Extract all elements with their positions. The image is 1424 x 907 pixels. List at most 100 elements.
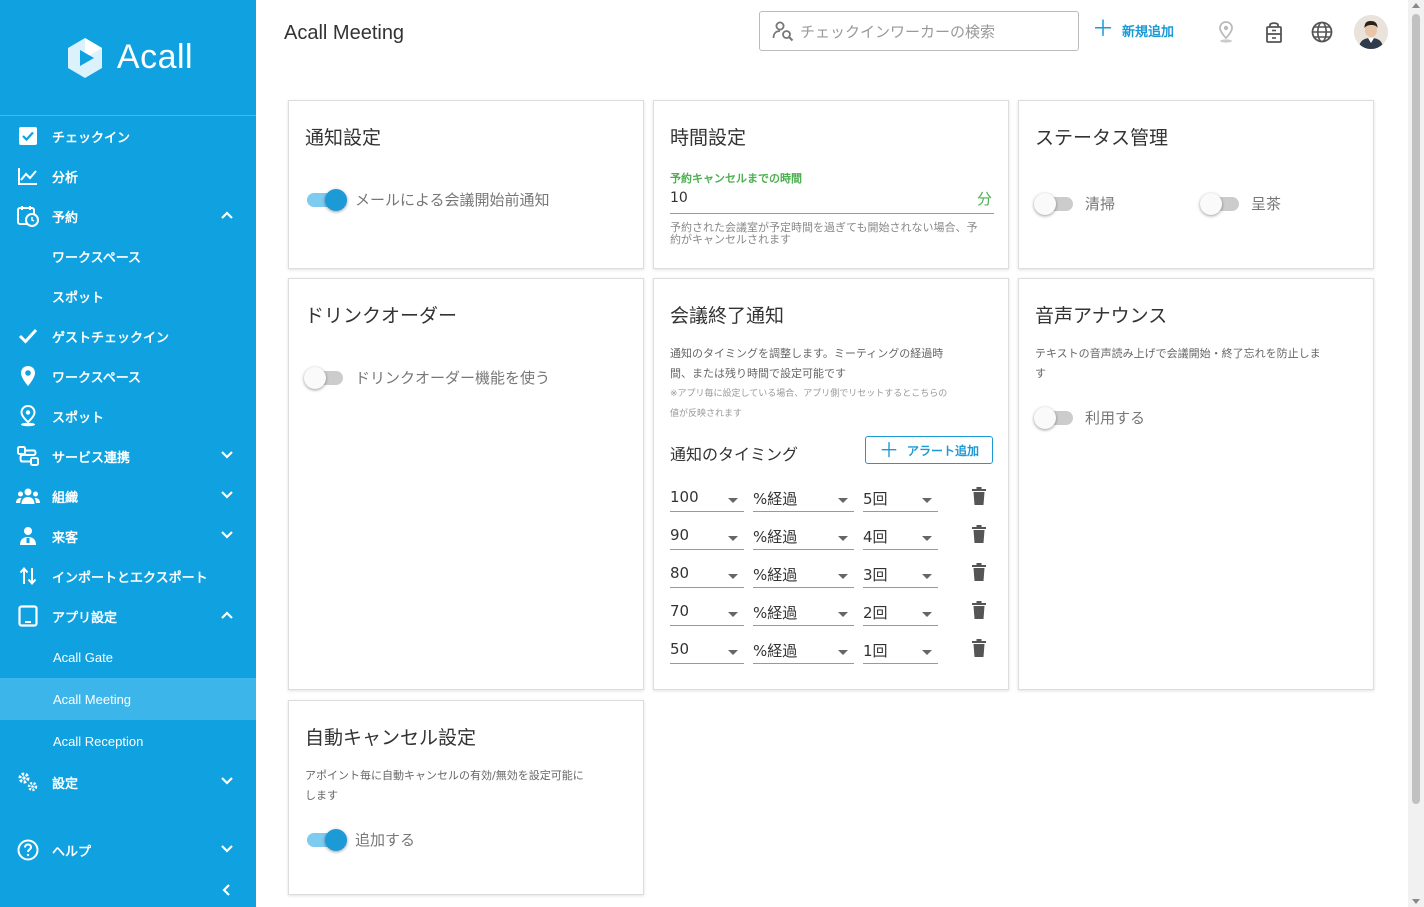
sidebar-subitem-acall-reception[interactable]: Acall Reception bbox=[0, 720, 256, 762]
location-pin-icon[interactable] bbox=[1214, 20, 1238, 44]
voice-announce-toggle[interactable]: 利用する bbox=[1034, 406, 1145, 429]
card-title: 会議終了通知 bbox=[670, 305, 785, 327]
auto-cancel-toggle[interactable]: 追加する bbox=[307, 828, 416, 851]
timing-value-select[interactable]: 100 bbox=[670, 486, 744, 512]
sidebar-subitem-acall-gate[interactable]: Acall Gate bbox=[0, 636, 256, 678]
sidebar-item-app-settings[interactable]: アプリ設定 bbox=[0, 596, 256, 636]
add-alert-label: アラート追加 bbox=[906, 443, 979, 458]
timing-count-select[interactable]: 4回 bbox=[863, 524, 938, 550]
card-meeting-end-notification: 会議終了通知 通知のタイミングを調整します。ミーティングの経過時 間、または残り… bbox=[653, 278, 1009, 690]
sidebar-item-settings[interactable]: 設定 bbox=[0, 762, 256, 802]
chevron-down-icon[interactable] bbox=[220, 448, 234, 462]
timing-mode-select[interactable]: %経過 bbox=[753, 600, 854, 626]
sidebar-item-checkin[interactable]: チェックイン bbox=[0, 116, 256, 156]
trash-icon[interactable] bbox=[971, 601, 987, 619]
trash-icon[interactable] bbox=[971, 563, 987, 581]
caret-down-icon bbox=[922, 612, 932, 617]
sidebar-subitem-spot[interactable]: スポット bbox=[0, 276, 256, 316]
sidebar-item-spot[interactable]: スポット bbox=[0, 396, 256, 436]
card-title: 音声アナウンス bbox=[1035, 305, 1168, 327]
select-value: 4回 bbox=[863, 528, 888, 546]
card-description-line2: す bbox=[1035, 367, 1046, 380]
sidebar-item-integrations[interactable]: サービス連携 bbox=[0, 436, 256, 476]
timing-count-select[interactable]: 5回 bbox=[863, 486, 938, 512]
collapse-sidebar-icon[interactable] bbox=[220, 883, 234, 897]
chevron-up-icon[interactable] bbox=[220, 608, 234, 622]
timing-value-select[interactable]: 50 bbox=[670, 638, 744, 664]
globe-icon[interactable] bbox=[1310, 20, 1334, 44]
sidebar-item-import-export[interactable]: インポートとエクスポート bbox=[0, 556, 256, 596]
search-input[interactable]: チェックインワーカーの検索 bbox=[759, 11, 1079, 51]
card-description-line1: アポイント毎に自動キャンセルの有効/無効を設定可能に bbox=[305, 769, 584, 782]
sidebar-subitem-acall-meeting[interactable]: Acall Meeting bbox=[0, 678, 256, 720]
user-search-icon bbox=[772, 21, 794, 42]
search-placeholder: チェックインワーカーの検索 bbox=[800, 22, 996, 41]
caret-down-icon bbox=[728, 650, 738, 655]
acall-logo-icon bbox=[67, 37, 102, 78]
chevron-down-icon[interactable] bbox=[220, 488, 234, 502]
sidebar-item-organization[interactable]: 組織 bbox=[0, 476, 256, 516]
sidebar-item-label: チェックイン bbox=[52, 130, 131, 146]
page-scrollbar[interactable] bbox=[1408, 0, 1424, 907]
timing-value-select[interactable]: 70 bbox=[670, 600, 744, 626]
select-value: 100 bbox=[670, 488, 699, 506]
brand-logo[interactable]: Acall bbox=[0, 0, 256, 116]
card-title: ステータス管理 bbox=[1035, 127, 1169, 149]
sidebar-item-label: ワークスペース bbox=[52, 370, 142, 386]
sidebar-subitem-workspace[interactable]: ワークスペース bbox=[0, 236, 256, 276]
scroll-thumb[interactable] bbox=[1412, 14, 1420, 804]
cancel-time-input[interactable]: 10 bbox=[670, 190, 994, 214]
timing-value-select[interactable]: 90 bbox=[670, 524, 744, 550]
card-time-settings: 時間設定 予約キャンセルまでの時間 10 分 予約された会議室が予定時間を過ぎて… bbox=[653, 100, 1009, 269]
sidebar-item-workspace[interactable]: ワークスペース bbox=[0, 356, 256, 396]
user-avatar[interactable] bbox=[1354, 15, 1388, 49]
sidebar-item-reservation[interactable]: 予約 bbox=[0, 196, 256, 236]
chevron-down-icon[interactable] bbox=[220, 774, 234, 788]
import-export-icon bbox=[16, 564, 40, 588]
toggle-label: 呈茶 bbox=[1251, 195, 1282, 213]
chevron-down-icon[interactable] bbox=[220, 842, 234, 856]
timing-mode-select[interactable]: %経過 bbox=[753, 562, 854, 588]
card-drink-order: ドリンクオーダー ドリンクオーダー機能を使う bbox=[288, 278, 644, 690]
toggle-label: 追加する bbox=[355, 831, 416, 849]
scroll-up-icon[interactable] bbox=[1412, 3, 1420, 8]
trash-icon[interactable] bbox=[971, 525, 987, 543]
trash-icon[interactable] bbox=[971, 639, 987, 657]
sidebar-item-visitors[interactable]: 来客 bbox=[0, 516, 256, 556]
select-value: 50 bbox=[670, 640, 690, 658]
sidebar-item-label: スポット bbox=[52, 290, 105, 306]
timing-mode-select[interactable]: %経過 bbox=[753, 524, 854, 550]
timing-value-select[interactable]: 80 bbox=[670, 562, 744, 588]
avatar-portrait-icon bbox=[1354, 15, 1388, 49]
spot-pin-icon bbox=[16, 404, 40, 428]
tea-service-toggle[interactable]: 呈茶 bbox=[1200, 192, 1282, 215]
sidebar-item-analytics[interactable]: 分析 bbox=[0, 156, 256, 196]
email-notify-toggle[interactable]: メールによる会議開始前通知 bbox=[307, 188, 550, 211]
chevron-down-icon[interactable] bbox=[220, 528, 234, 542]
sidebar-item-help[interactable]: ヘルプ bbox=[0, 830, 256, 870]
timing-count-select[interactable]: 2回 bbox=[863, 600, 938, 626]
chevron-up-icon[interactable] bbox=[220, 208, 234, 222]
sidebar-item-label: スポット bbox=[52, 410, 105, 426]
sidebar-item-guest-checkin[interactable]: ゲストチェックイン bbox=[0, 316, 256, 356]
sidebar-item-label: アプリ設定 bbox=[52, 610, 118, 626]
scroll-down-icon[interactable] bbox=[1412, 899, 1420, 904]
timing-count-select[interactable]: 3回 bbox=[863, 562, 938, 588]
trash-icon[interactable] bbox=[971, 487, 987, 505]
select-value: 2回 bbox=[863, 604, 888, 622]
drink-order-toggle[interactable]: ドリンクオーダー機能を使う bbox=[304, 366, 550, 389]
add-new-button[interactable]: ＋ 新規追加 bbox=[1092, 19, 1174, 41]
toggle-knob bbox=[1034, 192, 1056, 215]
cleaning-toggle[interactable]: 清掃 bbox=[1034, 192, 1115, 215]
locker-icon[interactable] bbox=[1262, 20, 1286, 44]
visitor-icon bbox=[16, 524, 40, 548]
select-value: %経過 bbox=[753, 604, 798, 622]
card-status-management: ステータス管理 清掃 呈茶 bbox=[1018, 100, 1374, 269]
timing-mode-select[interactable]: %経過 bbox=[753, 486, 854, 512]
timing-mode-select[interactable]: %経過 bbox=[753, 638, 854, 664]
toggle-knob bbox=[304, 366, 326, 389]
integration-icon bbox=[16, 444, 40, 468]
select-value: 1回 bbox=[863, 642, 888, 660]
timing-count-select[interactable]: 1回 bbox=[863, 638, 938, 664]
add-alert-button[interactable]: ＋ アラート追加 bbox=[865, 436, 993, 464]
